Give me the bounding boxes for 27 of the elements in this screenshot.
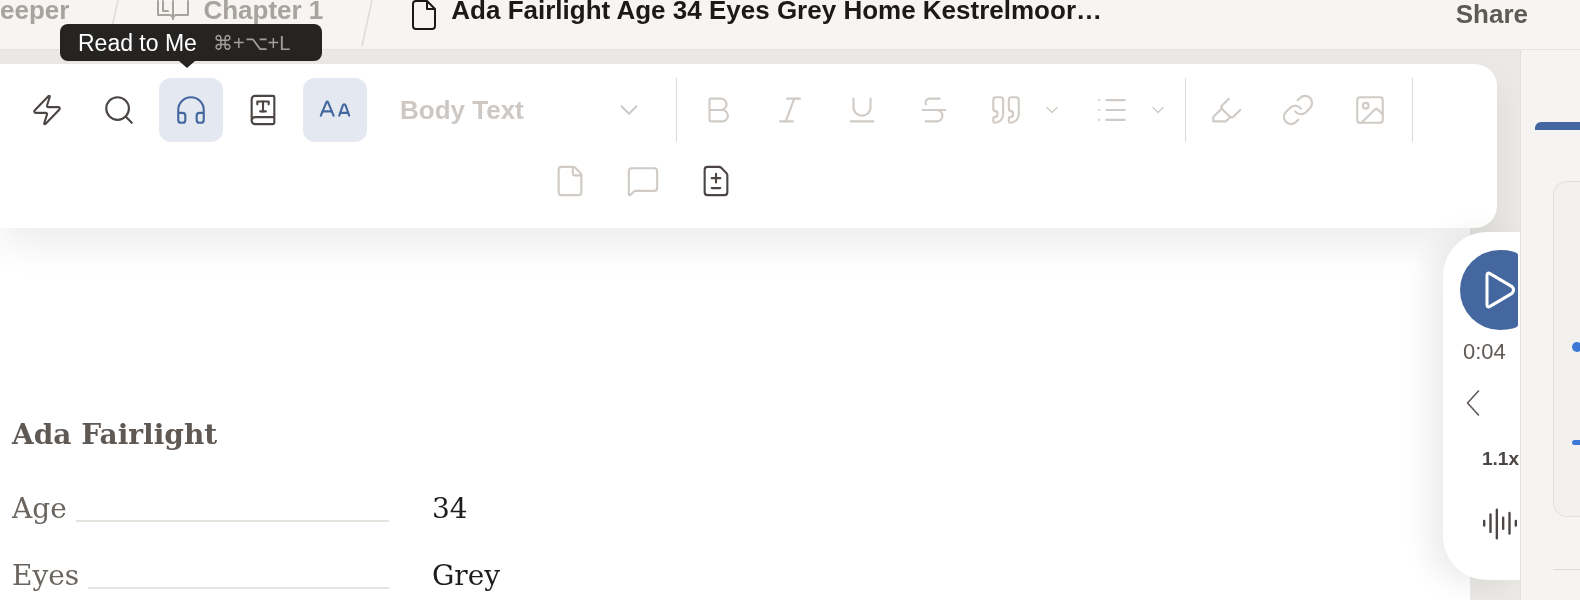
play-icon: [1484, 270, 1516, 310]
file-icon: [411, 0, 438, 30]
read-aloud-button[interactable]: [159, 78, 223, 142]
playback-time: 0:04: [1463, 339, 1506, 365]
document-heading: Ada Fairlight: [12, 417, 218, 453]
shortcut-label: ⌘+⌥+L: [212, 30, 291, 56]
share-button[interactable]: Share: [1455, 0, 1528, 28]
breadcrumb-item[interactable]: Ada Fairlight Age 34 Eyes Grey Home Kestrelmoor…: [411, 0, 1102, 30]
chevron-left-icon[interactable]: [1466, 390, 1480, 416]
quote-icon: [989, 93, 1023, 127]
playback-speed-button[interactable]: 1.1x: [1482, 447, 1519, 471]
tooltip-label: Read to Me: [78, 29, 197, 56]
text-size-button[interactable]: [303, 78, 367, 142]
field-label: Age: [12, 491, 67, 527]
book-icon: [157, 0, 190, 20]
link-icon: [1281, 93, 1315, 127]
lightning-icon: [30, 93, 64, 127]
field-label: Eyes: [12, 558, 80, 594]
image-icon: [1353, 93, 1387, 127]
speech-bubble-icon: [626, 164, 660, 198]
search-icon: [102, 93, 136, 127]
tab-underline[interactable]: [1535, 122, 1580, 130]
field-value: Grey: [432, 558, 501, 594]
play-button[interactable]: [1460, 250, 1518, 330]
bar-icon: [1572, 440, 1580, 445]
headphones-icon: [174, 93, 208, 127]
field-value: 34: [432, 491, 468, 527]
